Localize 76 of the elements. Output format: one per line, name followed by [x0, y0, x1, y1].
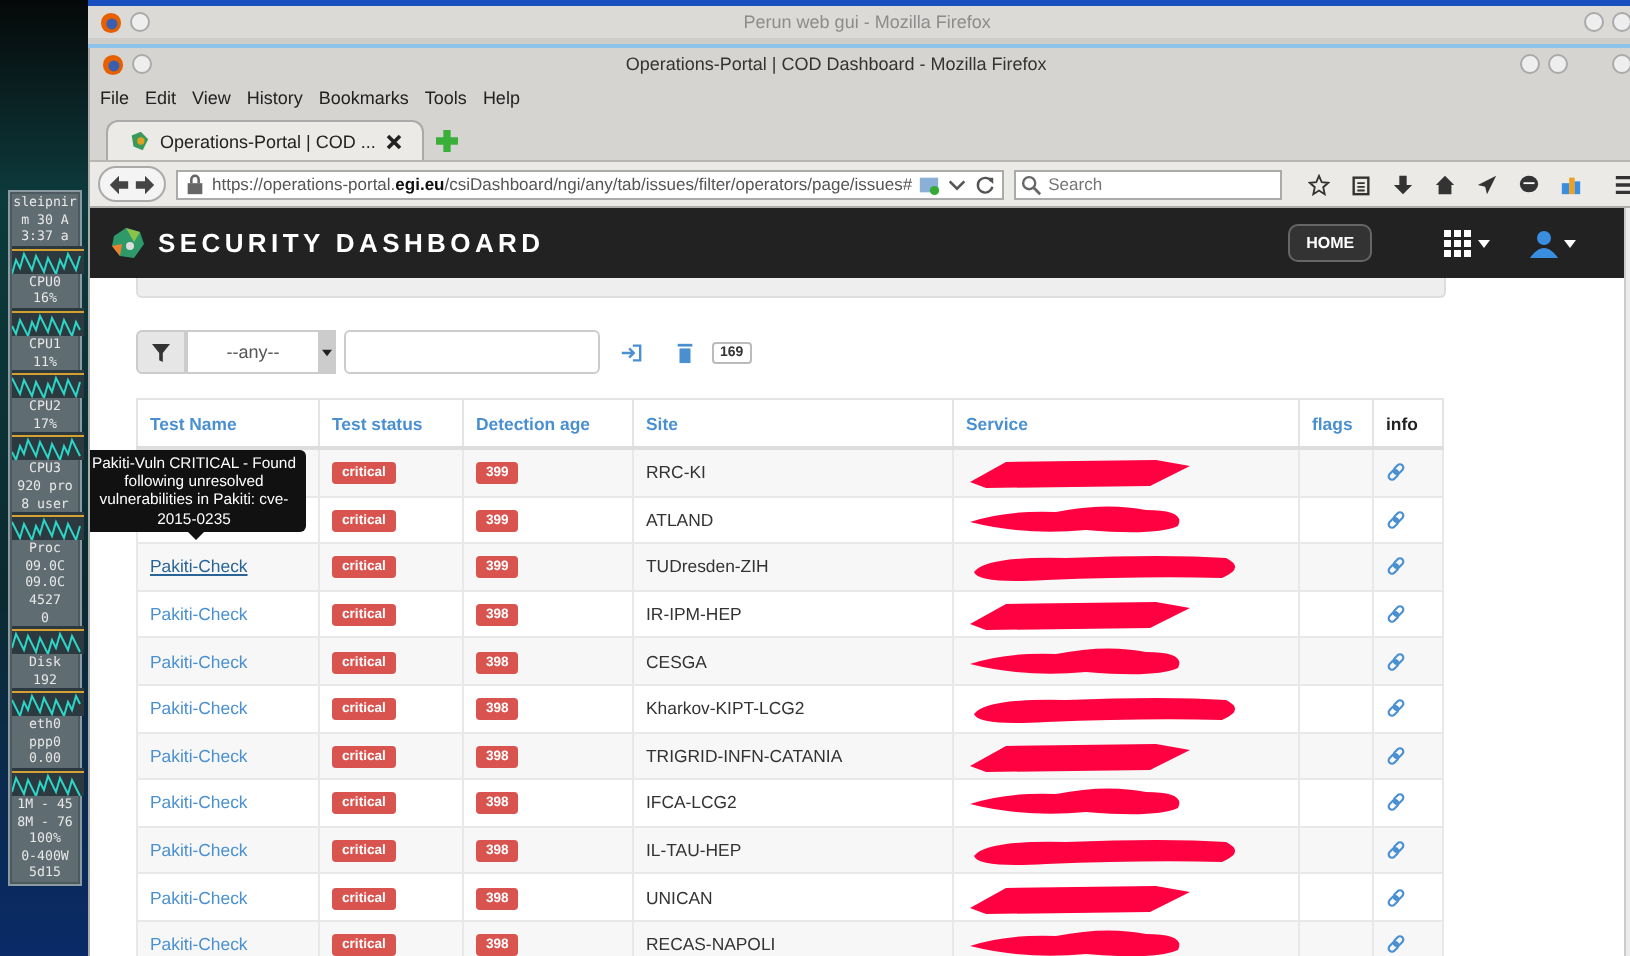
- firefox-icon: [102, 53, 124, 75]
- close-icon[interactable]: [385, 133, 402, 149]
- reload-icon[interactable]: [974, 173, 997, 195]
- window-title: Perun web gui - Mozilla Firefox: [741, 12, 993, 32]
- monitor-graph: [12, 512, 84, 541]
- caret-icon: [1478, 239, 1491, 247]
- home-button[interactable]: HOME: [1288, 224, 1373, 262]
- caret-icon: [1564, 239, 1577, 247]
- back-icon[interactable]: [108, 173, 130, 195]
- link-icon[interactable]: [1386, 604, 1406, 625]
- monitor-graph: [12, 626, 84, 655]
- send-icon[interactable]: [1476, 173, 1499, 195]
- forward-icon[interactable]: [134, 173, 156, 195]
- monitor-graph: [12, 432, 84, 461]
- menu-icon[interactable]: [1614, 173, 1630, 195]
- caret-icon: [321, 347, 331, 357]
- link-icon[interactable]: [1386, 556, 1406, 577]
- monitor-graph: [12, 245, 84, 274]
- maximize-button[interactable]: [1612, 12, 1630, 32]
- filter-select[interactable]: --any--: [186, 330, 336, 374]
- menu-item[interactable]: Bookmarks: [318, 88, 409, 108]
- user-menu[interactable]: [1530, 229, 1577, 257]
- sign-in-icon[interactable]: [620, 341, 642, 363]
- home-icon[interactable]: [1434, 173, 1457, 195]
- site-cell: IL-TAU-HEP: [633, 826, 953, 874]
- browser-tab[interactable]: Operations-Portal | COD ...: [106, 120, 424, 160]
- filter-input[interactable]: [344, 330, 600, 374]
- link-icon[interactable]: [1386, 462, 1406, 483]
- menu-item[interactable]: File: [100, 88, 130, 108]
- lock-icon: [184, 173, 206, 195]
- link-icon[interactable]: [1386, 698, 1406, 719]
- clipboard-icon[interactable]: [1350, 173, 1373, 195]
- site-icon: [128, 130, 150, 152]
- site-cell: TUDresden-ZIH: [633, 543, 953, 591]
- menu-item[interactable]: Edit: [145, 88, 177, 108]
- new-tab-icon[interactable]: [435, 130, 458, 152]
- link-icon[interactable]: [1386, 509, 1406, 530]
- monitor-graph: [12, 768, 84, 797]
- link-icon[interactable]: [1386, 840, 1406, 861]
- minimize-button[interactable]: [1520, 54, 1541, 74]
- link-icon[interactable]: [1386, 887, 1406, 908]
- site-cell: UNICAN: [633, 873, 953, 921]
- menu-item[interactable]: Help: [482, 88, 520, 108]
- menu-item[interactable]: Tools: [424, 88, 467, 108]
- filter-button[interactable]: [136, 330, 186, 374]
- site-cell: CESGA: [633, 637, 953, 685]
- menu-item[interactable]: History: [246, 88, 303, 108]
- download-icon[interactable]: [1392, 173, 1415, 195]
- address-bar[interactable]: https://operations-portal.egi.eu/csiDashboard/ngi/any/tab/issues/filter/operators/page/issues#: [176, 169, 1005, 199]
- close-button[interactable]: [1612, 54, 1630, 74]
- search-field[interactable]: Search: [1014, 169, 1283, 199]
- menu-item[interactable]: View: [192, 88, 231, 108]
- site-cell: IFCA-LCG2: [633, 779, 953, 827]
- dashboard-title: SECURITY DASHBOARD: [158, 228, 547, 258]
- window-title: Operations-Portal | COD Dashboard - Mozilla Firefox: [623, 54, 1049, 74]
- filter-icon: [152, 343, 170, 361]
- link-icon[interactable]: [1386, 745, 1406, 766]
- site-cell: TRIGRID-INFN-CATANIA: [633, 732, 953, 780]
- window-button[interactable]: [130, 12, 150, 32]
- window-button[interactable]: [132, 54, 152, 74]
- monitor-graph: [12, 307, 84, 336]
- site-cell: RRC-KI: [633, 448, 953, 497]
- logo-icon: [110, 225, 146, 261]
- apps-menu[interactable]: [1444, 229, 1491, 257]
- monitor-graph: [12, 688, 84, 717]
- trash-icon[interactable]: [674, 341, 696, 363]
- monitor-graph: [12, 370, 84, 399]
- link-icon[interactable]: [1386, 792, 1406, 813]
- link-icon[interactable]: [1386, 934, 1406, 955]
- maximize-button[interactable]: [1548, 54, 1569, 74]
- site-cell: RECAS-NAPOLI: [633, 920, 953, 956]
- star-icon[interactable]: [1308, 173, 1331, 195]
- site-cell: Kharkov-KIPT-LCG2: [633, 684, 953, 733]
- link-icon[interactable]: [1386, 651, 1406, 672]
- firefox-icon: [100, 11, 122, 33]
- minimize-button[interactable]: [1584, 12, 1605, 32]
